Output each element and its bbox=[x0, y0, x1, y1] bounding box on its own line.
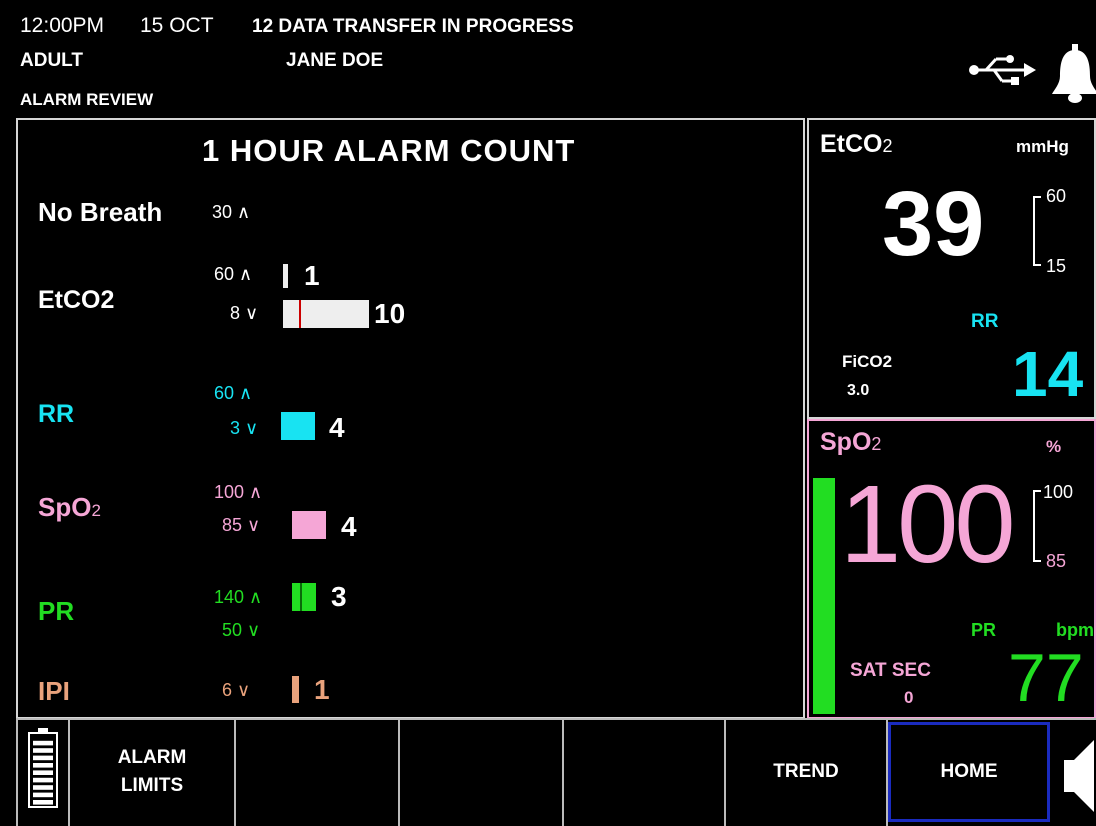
spo2-limit-bracket bbox=[1033, 490, 1041, 562]
alarm-count-bar-pr-high bbox=[292, 583, 316, 611]
pr-label: PR bbox=[971, 620, 997, 640]
alarm-count-bar-rr-low bbox=[281, 412, 315, 440]
trend-label: TREND bbox=[773, 761, 839, 782]
status-message: 12 DATA TRANSFER IN PROGRESS bbox=[252, 16, 574, 37]
home-label: HOME bbox=[940, 761, 998, 782]
alarm-count-bar-pr-divider bbox=[300, 583, 302, 611]
battery-level-segments bbox=[33, 740, 53, 805]
battery-segment bbox=[33, 763, 53, 768]
alarm-high-limit-rr: 60 ∧ bbox=[214, 383, 253, 403]
spo2-panel-label: SpO2 bbox=[820, 428, 881, 457]
alarm-count-bar-etco2-low bbox=[283, 300, 369, 328]
home-button[interactable]: HOME bbox=[888, 722, 1050, 822]
alarm-label-pr: PR bbox=[38, 596, 75, 626]
alarm-count-bar-spo2-low bbox=[292, 511, 326, 539]
spo2-limit-low: 85 bbox=[1046, 551, 1067, 571]
alarm-low-limit-pr: 50 ∨ bbox=[222, 620, 261, 640]
patient-name: JANE DOE bbox=[286, 50, 384, 71]
etco2-limit-high: 60 bbox=[1046, 186, 1067, 206]
alarm-count-rr-low: 4 bbox=[329, 412, 345, 443]
battery-segment bbox=[33, 800, 53, 805]
etco2-value: 39 bbox=[882, 173, 985, 275]
clock-time: 12:00PM bbox=[20, 14, 105, 37]
battery-segment bbox=[33, 777, 53, 783]
battery-segment bbox=[33, 785, 53, 790]
sat-sec-label: SAT SEC bbox=[850, 660, 931, 681]
spo2-value: 100 bbox=[840, 463, 1016, 586]
battery-segment bbox=[33, 748, 53, 753]
trend-button[interactable]: TREND bbox=[724, 718, 888, 826]
battery-icon bbox=[28, 728, 58, 808]
etco2-panel-label-text: EtCO bbox=[820, 130, 883, 158]
pr-value: 77 bbox=[1008, 640, 1084, 716]
etco2-panel-label: EtCO2 bbox=[820, 130, 893, 159]
alarm-count-etco2-low: 10 bbox=[374, 298, 406, 329]
patient-type: ADULT bbox=[20, 50, 83, 71]
spo2-panel-label-sub: 2 bbox=[871, 434, 882, 454]
alarm-limits-line1: ALARM bbox=[117, 747, 187, 768]
alarm-label-spo2-sub: 2 bbox=[91, 501, 101, 520]
alarm-count-bar-etco2-high bbox=[283, 264, 288, 288]
battery-segment bbox=[33, 792, 53, 798]
spo2-limit-high: 100 bbox=[1043, 482, 1074, 502]
etco2-limit-low: 15 bbox=[1046, 256, 1067, 276]
date: 15 OCT bbox=[140, 14, 214, 37]
alarm-limits-line2: LIMITS bbox=[120, 775, 184, 796]
alarm-low-limit-ipi: 6 ∨ bbox=[222, 680, 251, 700]
pleth-bar-fill bbox=[813, 478, 835, 714]
battery-segment bbox=[33, 740, 53, 746]
alarm-count-spo2-low: 4 bbox=[341, 511, 357, 542]
sat-sec-value: 0 bbox=[904, 688, 914, 707]
alarm-label-spo2: SpO2 bbox=[38, 492, 101, 523]
alarm-label-etco2: EtCO2 bbox=[38, 286, 115, 314]
rr-value: 14 bbox=[1012, 338, 1084, 410]
alarm-low-limit-etco2: 8 ∨ bbox=[230, 303, 259, 323]
alarm-count-bar-etco2-marker bbox=[299, 300, 301, 328]
spo2-panel-label-text: SpO bbox=[820, 428, 872, 456]
pr-unit: bpm bbox=[1056, 620, 1094, 640]
alarm-count-bar-ipi-low bbox=[292, 676, 299, 703]
alarm-label-ipi: IPI bbox=[38, 676, 70, 706]
alarm-count-ipi-low: 1 bbox=[314, 674, 330, 705]
alarm-high-limit-etco2: 60 ∧ bbox=[214, 264, 253, 284]
spo2-unit: % bbox=[1046, 437, 1062, 456]
alarm-count-pr-high: 3 bbox=[331, 581, 347, 612]
alarm-high-limit-no-breath: 30 ∧ bbox=[212, 202, 251, 222]
alarm-low-limit-rr: 3 ∨ bbox=[230, 418, 259, 438]
etco2-limit-bracket bbox=[1033, 196, 1041, 266]
alarm-low-limit-spo2: 85 ∨ bbox=[222, 515, 261, 535]
alarm-limits-button[interactable]: ALARM LIMITS bbox=[68, 718, 234, 826]
alarm-high-limit-spo2: 100 ∧ bbox=[214, 482, 263, 502]
softkey-blank-2[interactable] bbox=[398, 718, 562, 826]
battery-segment bbox=[33, 770, 53, 775]
alarm-label-rr: RR bbox=[38, 400, 75, 428]
alarm-high-limit-pr: 140 ∧ bbox=[214, 587, 263, 607]
battery-segment bbox=[33, 755, 53, 761]
speaker-icon[interactable] bbox=[1060, 734, 1096, 818]
screen-title: ALARM REVIEW bbox=[20, 90, 154, 109]
etco2-panel-label-sub: 2 bbox=[882, 136, 893, 156]
softkey-blank-1[interactable] bbox=[234, 718, 398, 826]
etco2-unit: mmHg bbox=[1016, 137, 1069, 156]
fico2-value: 3.0 bbox=[847, 382, 870, 399]
alarm-count-etco2-high: 1 bbox=[304, 260, 320, 291]
bell-icon[interactable] bbox=[1050, 44, 1096, 104]
alarm-label-spo2-text: SpO bbox=[38, 492, 92, 522]
rr-label: RR bbox=[971, 311, 999, 332]
softkey-blank-3[interactable] bbox=[562, 718, 726, 826]
softkey-left-edge bbox=[16, 718, 18, 826]
fico2-label: FiCO2 bbox=[842, 352, 893, 371]
alarm-label-no-breath: No Breath bbox=[38, 197, 163, 227]
usb-icon bbox=[969, 55, 1036, 85]
pleth-bar-track bbox=[813, 478, 835, 714]
alarm-panel-title: 1 HOUR ALARM COUNT bbox=[202, 133, 576, 168]
